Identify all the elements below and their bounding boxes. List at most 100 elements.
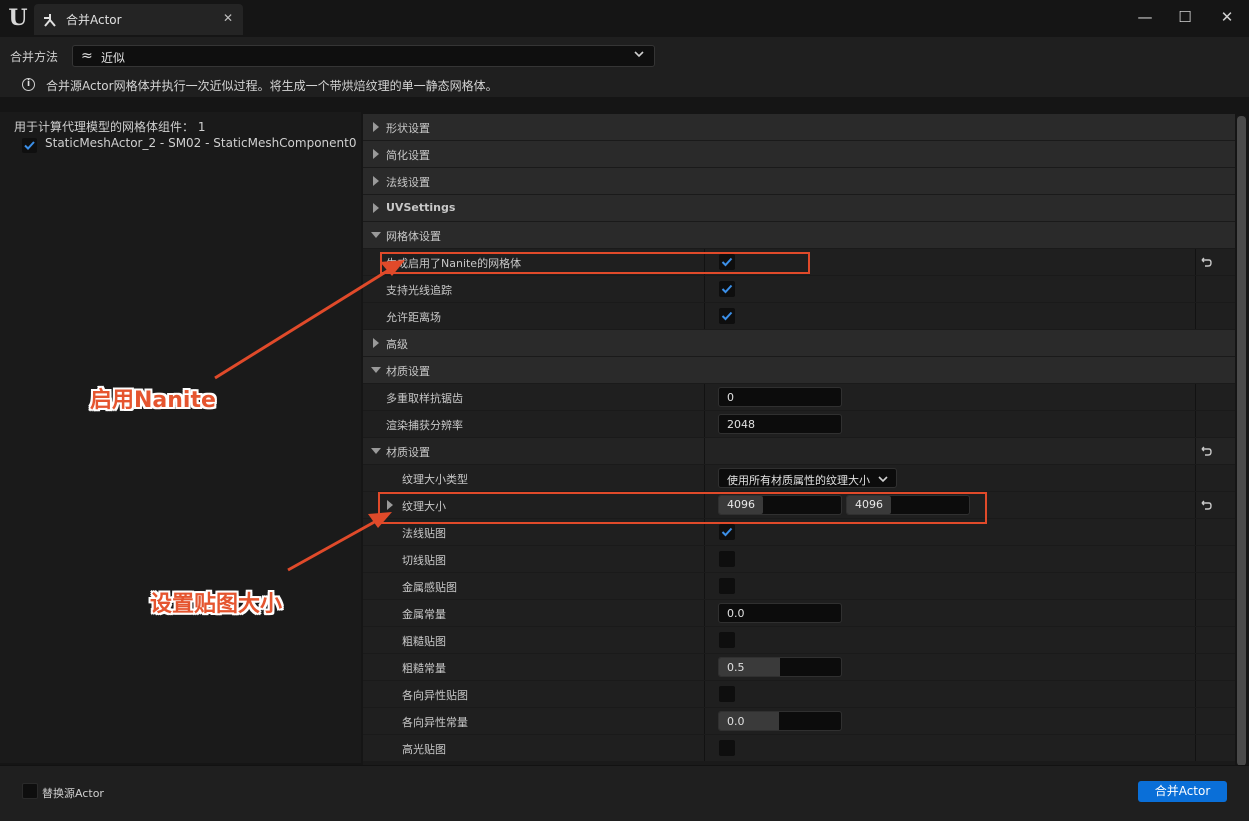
tab-close-icon[interactable]: ✕ [223, 11, 233, 25]
check-icon [721, 257, 733, 267]
texture-size-y-input[interactable]: 4096 [846, 495, 970, 515]
reset-to-default-icon[interactable] [1199, 255, 1213, 269]
method-info-row: i 合并源Actor网格体并执行一次近似过程。将生成一个带烘焙纹理的单一静态网格… [0, 73, 1249, 97]
expand-arrow-icon[interactable] [387, 500, 393, 510]
multisample-input[interactable]: 0 [718, 387, 842, 407]
approx-icon: ≈ [81, 48, 93, 64]
replace-source-actors-checkbox[interactable] [22, 783, 38, 799]
texture-size-annotation-label: 设置贴图大小 [150, 592, 283, 617]
raytracing-checkbox[interactable] [719, 281, 735, 297]
roughness-constant-slider[interactable]: 0.5 [718, 657, 842, 677]
components-count-label: 用于计算代理模型的网格体组件： 1 [14, 120, 206, 134]
expand-arrow-icon[interactable] [373, 338, 379, 348]
category-advanced[interactable]: 高级 [363, 330, 1235, 356]
details-panel: 形状设置 简化设置 法线设置 UVSettings 网格体设置 生成启用了Nan… [363, 114, 1235, 765]
property-row-metallic-map: 金属感贴图 [363, 573, 1235, 599]
roughness-constant-value: 0.5 [727, 661, 745, 674]
render-resolution-input[interactable]: 2048 [718, 414, 842, 434]
property-label: 粗糙贴图 [402, 635, 446, 648]
category-label: 简化设置 [386, 149, 430, 162]
check-icon [721, 527, 733, 537]
property-row-material-settings[interactable]: 材质设置 [363, 438, 1235, 464]
category-label: 形状设置 [386, 122, 430, 135]
component-checkbox[interactable] [22, 138, 37, 153]
texture-size-type-dropdown[interactable]: 使用所有材质属性的纹理大小 [718, 468, 897, 488]
roughness-map-checkbox[interactable] [719, 632, 735, 648]
property-label: 金属常量 [402, 608, 446, 621]
property-label: 允许距离场 [386, 311, 441, 324]
category-shape-settings[interactable]: 形状设置 [363, 114, 1235, 140]
property-label: 金属感贴图 [402, 581, 457, 594]
property-label: 纹理大小 [402, 500, 446, 513]
tangent-map-checkbox[interactable] [719, 551, 735, 567]
anisotropy-constant-value: 0.0 [727, 715, 745, 728]
property-row-multisample: 多重取样抗锯齿 0 [363, 384, 1235, 410]
merge-method-value: 近似 [101, 51, 126, 65]
expand-arrow-icon[interactable] [373, 203, 379, 213]
property-label: 多重取样抗锯齿 [386, 392, 463, 405]
merge-method-row: 合并方法 ≈ 近似 [0, 37, 1249, 73]
texture-size-x-input[interactable]: 4096 [718, 495, 842, 515]
specular-map-checkbox[interactable] [719, 740, 735, 756]
normal-map-checkbox[interactable] [719, 524, 735, 540]
property-label: 切线贴图 [402, 554, 446, 567]
scrollbar-thumb[interactable] [1237, 116, 1246, 766]
window-close-icon[interactable]: ✕ [1213, 6, 1241, 28]
property-label: 各向异性贴图 [402, 689, 468, 702]
property-row-tangent-map: 切线贴图 [363, 546, 1235, 572]
category-simplify-settings[interactable]: 简化设置 [363, 141, 1235, 167]
property-row-metallic-constant: 金属常量 0.0 [363, 600, 1235, 626]
tab-merge-actor[interactable]: 合并Actor ✕ [34, 4, 243, 35]
property-row-texture-size-type: 纹理大小类型 使用所有材质属性的纹理大小 [363, 465, 1235, 491]
property-row-anisotropy-map: 各向异性贴图 [363, 681, 1235, 707]
tab-title: 合并Actor [66, 13, 122, 27]
reset-to-default-icon[interactable] [1199, 444, 1213, 458]
footer-bar: 替换源Actor 合并Actor [0, 765, 1249, 821]
collapse-arrow-icon[interactable] [371, 367, 381, 373]
category-label: 法线设置 [386, 176, 430, 189]
property-row-normal-map: 法线贴图 [363, 519, 1235, 545]
merge-actor-button[interactable]: 合并Actor [1138, 781, 1227, 802]
expand-arrow-icon[interactable] [373, 176, 379, 186]
details-scrollbar[interactable] [1237, 116, 1246, 766]
chevron-down-icon [878, 476, 888, 483]
component-list-panel: 用于计算代理模型的网格体组件： 1 StaticMeshActor_2 - SM… [0, 112, 361, 763]
expand-arrow-icon[interactable] [373, 149, 379, 159]
property-label: 粗糙常量 [402, 662, 446, 675]
check-icon [24, 141, 35, 150]
metallic-constant-input[interactable]: 0.0 [718, 603, 842, 623]
component-label: StaticMeshActor_2 - SM02 - StaticMeshCom… [45, 136, 357, 150]
property-label: 生成启用了Nanite的网格体 [386, 257, 522, 270]
property-label: 纹理大小类型 [402, 473, 468, 486]
category-normal-settings[interactable]: 法线设置 [363, 168, 1235, 194]
title-bar: U 合并Actor ✕ — ☐ ✕ [0, 0, 1249, 37]
anisotropy-map-checkbox[interactable] [719, 686, 735, 702]
collapse-arrow-icon[interactable] [371, 232, 381, 238]
category-label: UVSettings [386, 201, 456, 214]
property-row-roughness-map: 粗糙贴图 [363, 627, 1235, 653]
category-uv-settings[interactable]: UVSettings [363, 195, 1235, 221]
property-label: 法线贴图 [402, 527, 446, 540]
texture-size-x-value: 4096 [719, 496, 763, 514]
reset-to-default-icon[interactable] [1199, 498, 1213, 512]
category-material-settings[interactable]: 材质设置 [363, 357, 1235, 383]
nanite-checkbox[interactable] [719, 254, 735, 270]
category-label: 材质设置 [386, 365, 430, 378]
property-label: 渲染捕获分辨率 [386, 419, 463, 432]
merge-method-label: 合并方法 [10, 50, 59, 64]
anisotropy-constant-slider[interactable]: 0.0 [718, 711, 842, 731]
expand-arrow-icon[interactable] [373, 122, 379, 132]
property-row-roughness-constant: 粗糙常量 0.5 [363, 654, 1235, 680]
distance-field-checkbox[interactable] [719, 308, 735, 324]
maximize-icon[interactable]: ☐ [1171, 6, 1199, 28]
merge-method-dropdown[interactable]: ≈ 近似 [72, 45, 655, 67]
minimize-icon[interactable]: — [1131, 6, 1159, 28]
metallic-map-checkbox[interactable] [719, 578, 735, 594]
category-mesh-settings[interactable]: 网格体设置 [363, 222, 1235, 248]
check-icon [721, 284, 733, 294]
collapse-arrow-icon[interactable] [371, 448, 381, 454]
property-label: 材质设置 [386, 446, 430, 459]
property-row-specular-map: 高光贴图 [363, 735, 1235, 761]
texture-size-y-value: 4096 [847, 496, 891, 514]
property-row-texture-size: 纹理大小 4096 4096 [363, 492, 1235, 518]
